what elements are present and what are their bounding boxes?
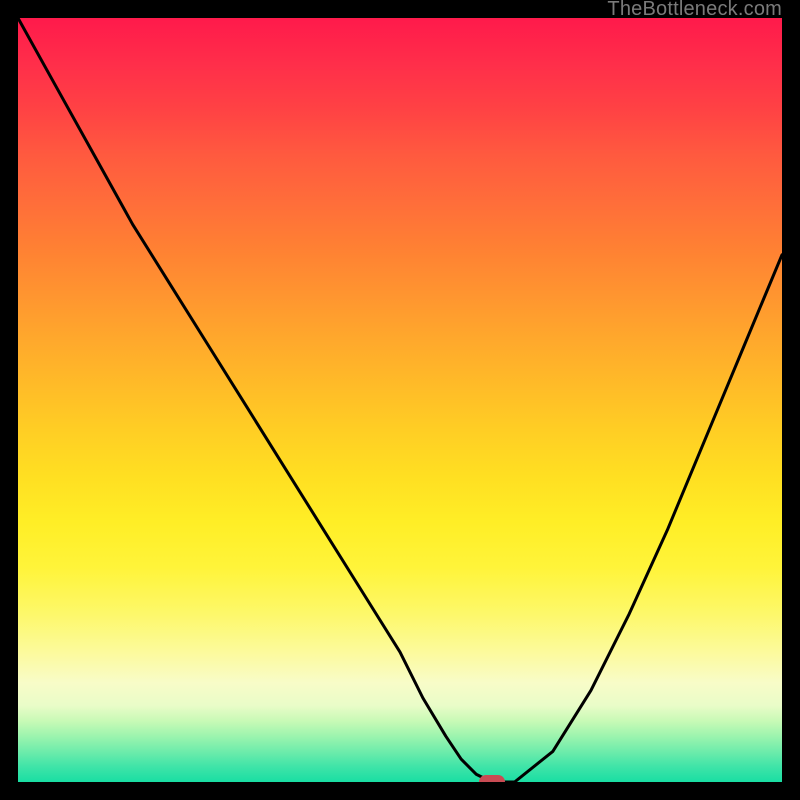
minimum-marker (479, 775, 505, 782)
bottleneck-curve (18, 18, 782, 782)
chart-frame: TheBottleneck.com (0, 0, 800, 800)
plot-area (18, 18, 782, 782)
